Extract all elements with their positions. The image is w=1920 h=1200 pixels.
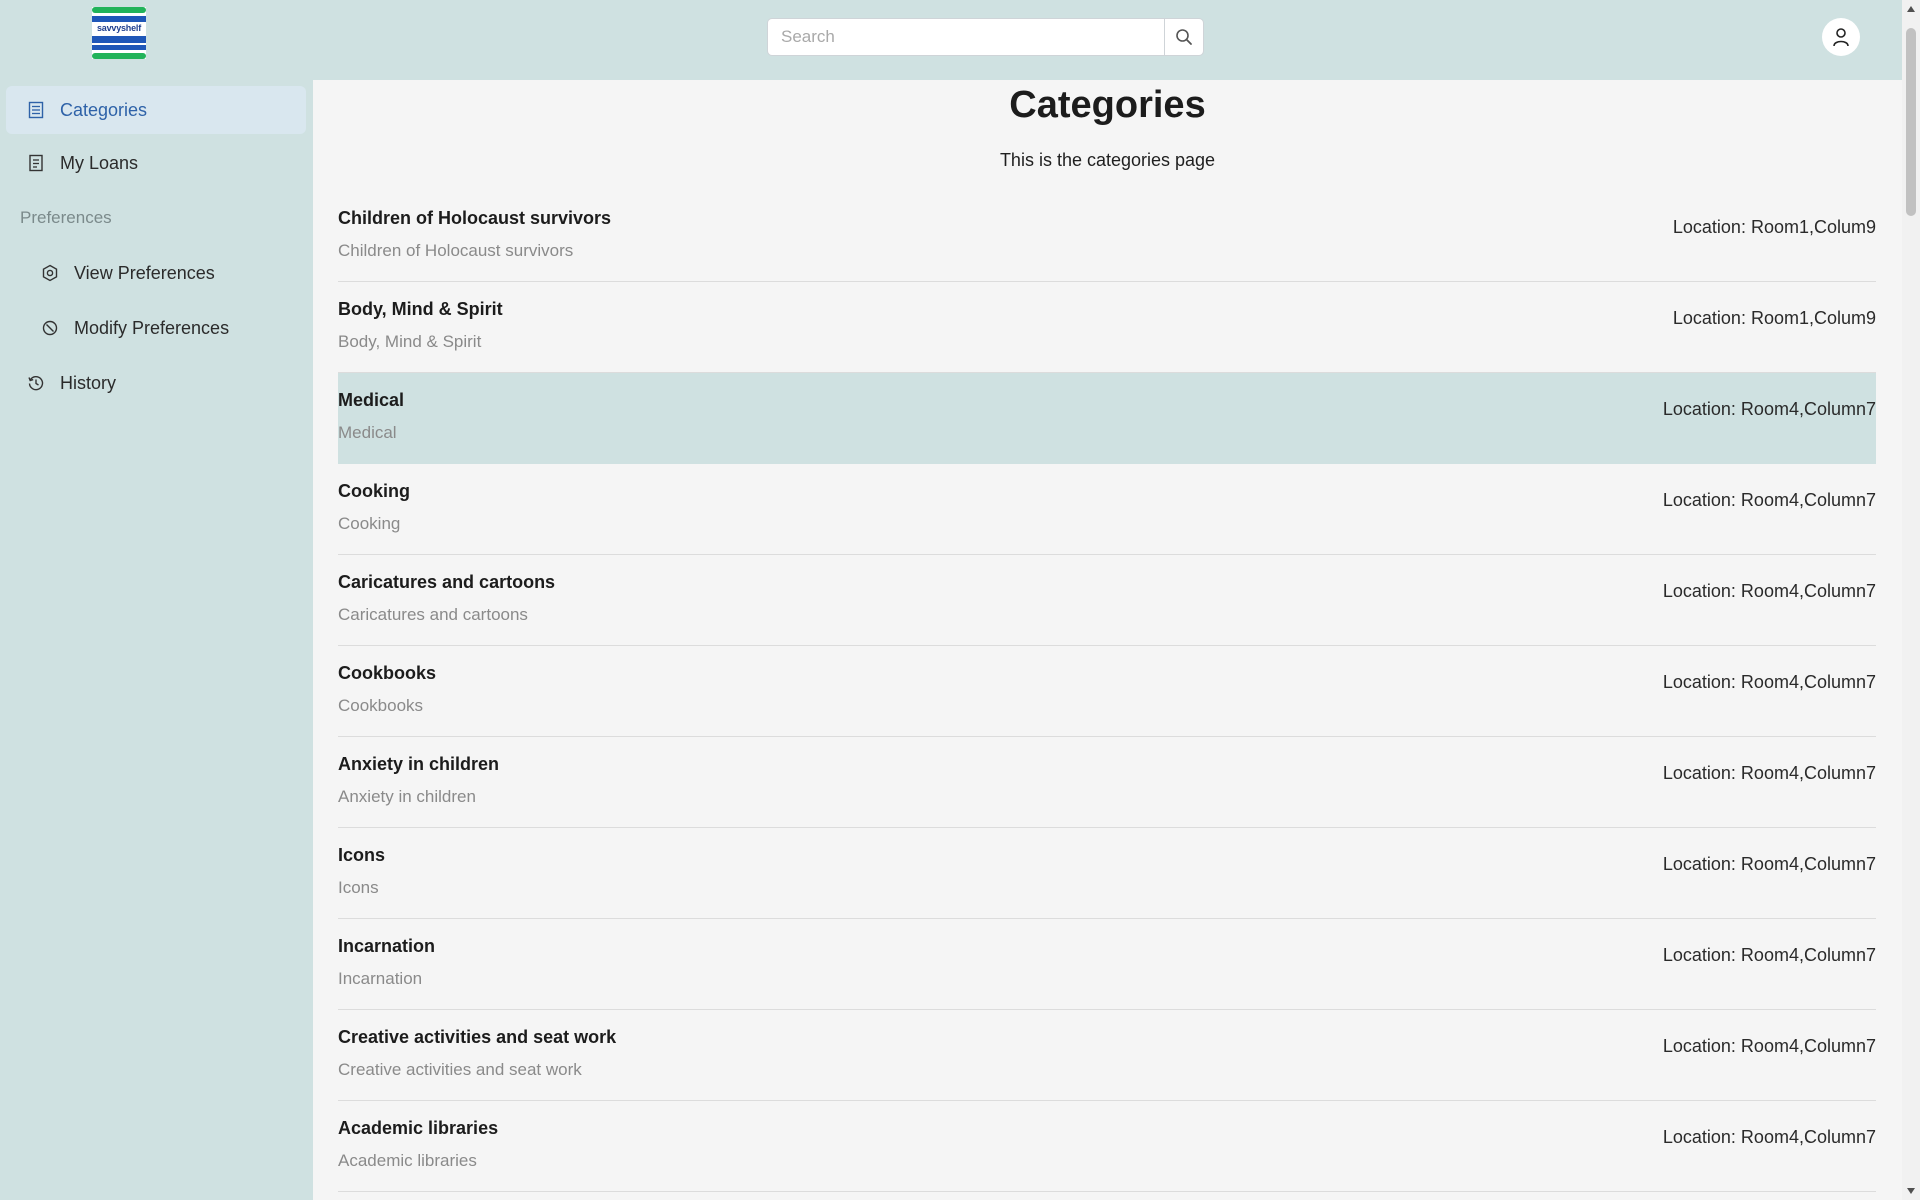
- category-row[interactable]: Body, Mind & Spirit Body, Mind & Spirit …: [338, 282, 1876, 373]
- sidebar-item-categories[interactable]: Categories: [6, 86, 306, 134]
- scroll-up-arrow[interactable]: [1902, 0, 1920, 18]
- triangle-up-icon: [1907, 6, 1915, 12]
- top-header: savvyshelf: [0, 0, 1902, 80]
- preferences-group-label: Preferences: [20, 208, 112, 227]
- edit-settings-icon: [40, 318, 60, 338]
- category-description: Icons: [338, 878, 379, 897]
- category-location: Location: Room4,Column7: [1662, 945, 1876, 965]
- page-subtitle: This is the categories page: [999, 150, 1216, 170]
- category-name: Cooking: [338, 481, 410, 501]
- category-name: Medical: [338, 390, 405, 410]
- list-icon: [26, 100, 46, 120]
- category-location: Location: Room4,Column7: [1662, 399, 1876, 419]
- category-name: Anxiety in children: [338, 754, 500, 774]
- category-description: Body, Mind & Spirit: [338, 332, 482, 351]
- category-name: Children of Holocaust survivors: [338, 208, 612, 228]
- scroll-thumb[interactable]: [1906, 28, 1916, 216]
- sidebar-item-modify-preferences[interactable]: Modify Preferences: [20, 305, 306, 351]
- category-location: Location: Room4,Column7: [1662, 672, 1876, 692]
- search-button[interactable]: [1164, 18, 1204, 56]
- document-icon: [26, 153, 46, 173]
- category-row[interactable]: Icons Icons Location: Room4,Column7: [338, 828, 1876, 919]
- category-description: Medical: [338, 423, 397, 442]
- sidebar-item-label: Categories: [60, 99, 148, 120]
- logo-stripe: [92, 53, 146, 59]
- category-description: Creative activities and seat work: [338, 1060, 582, 1079]
- search-input[interactable]: [767, 18, 1165, 56]
- category-description: Children of Holocaust survivors: [338, 241, 574, 260]
- logo-stripe: [92, 16, 146, 22]
- category-location: Location: Room4,Column7: [1662, 854, 1876, 874]
- category-description: Cooking: [338, 514, 401, 533]
- category-list: Children of Holocaust survivors Children…: [338, 191, 1876, 1192]
- sidebar-item-label: My Loans: [60, 152, 139, 173]
- logo-text: savvyshelf: [96, 23, 142, 33]
- category-location: Location: Room4,Column7: [1662, 763, 1876, 783]
- category-row[interactable]: Creative activities and seat work Creati…: [338, 1010, 1876, 1101]
- logo-stripe: [92, 45, 146, 50]
- category-description: Anxiety in children: [338, 787, 476, 806]
- category-location: Location: Room4,Column7: [1662, 1127, 1876, 1147]
- category-location: Location: Room4,Column7: [1662, 1036, 1876, 1056]
- sidebar-item-label: History: [60, 372, 117, 393]
- category-location: Location: Room4,Column7: [1662, 581, 1876, 601]
- vertical-scrollbar[interactable]: [1902, 0, 1920, 1200]
- category-row[interactable]: Cooking Cooking Location: Room4,Column7: [338, 464, 1876, 555]
- category-name: Incarnation: [338, 936, 436, 956]
- category-name: Creative activities and seat work: [338, 1027, 617, 1047]
- triangle-down-icon: [1907, 1188, 1915, 1194]
- category-row[interactable]: Incarnation Incarnation Location: Room4,…: [338, 919, 1876, 1010]
- category-description: Academic libraries: [338, 1151, 477, 1170]
- user-icon: [1833, 28, 1849, 47]
- category-row[interactable]: Cookbooks Cookbooks Location: Room4,Colu…: [338, 646, 1876, 737]
- category-description: Caricatures and cartoons: [338, 605, 528, 624]
- sidebar-item-label: Modify Preferences: [74, 317, 230, 338]
- logo-stripe: [92, 7, 146, 13]
- user-account-button[interactable]: [1822, 18, 1860, 56]
- logo-stripe: [92, 36, 146, 43]
- category-row-highlighted[interactable]: Medical Medical Location: Room4,Column7: [338, 373, 1876, 464]
- category-location: Location: Room4,Column7: [1662, 490, 1876, 510]
- scroll-down-arrow[interactable]: [1902, 1182, 1920, 1200]
- category-row[interactable]: Anxiety in children Anxiety in children …: [338, 737, 1876, 828]
- category-name: Body, Mind & Spirit: [338, 299, 503, 319]
- sidebar-item-view-preferences[interactable]: View Preferences: [20, 250, 306, 296]
- category-description: Incarnation: [338, 969, 423, 988]
- sidebar-item-label: View Preferences: [74, 262, 215, 283]
- category-row[interactable]: Academic libraries Academic libraries Lo…: [338, 1101, 1876, 1192]
- category-row[interactable]: Caricatures and cartoons Caricatures and…: [338, 555, 1876, 646]
- settings-icon: [40, 263, 60, 283]
- category-name: Caricatures and cartoons: [338, 572, 556, 592]
- main-content: Categories This is the categories page C…: [313, 80, 1902, 1200]
- sidebar-item-my-loans[interactable]: My Loans: [6, 140, 306, 186]
- history-icon: [26, 373, 46, 393]
- savvyshelf-logo[interactable]: savvyshelf: [92, 7, 146, 59]
- category-description: Cookbooks: [338, 696, 424, 715]
- category-name: Icons: [338, 845, 386, 865]
- search-bar: [767, 18, 1204, 56]
- category-row[interactable]: Children of Holocaust survivors Children…: [338, 191, 1876, 282]
- sidebar: Categories My Loans Preferences View Pre…: [0, 80, 313, 1200]
- search-icon: [1176, 29, 1192, 45]
- page-title: Categories: [1009, 84, 1206, 126]
- category-location: Location: Room1,Colum9: [1672, 217, 1876, 237]
- category-name: Academic libraries: [338, 1118, 499, 1138]
- category-name: Cookbooks: [338, 663, 437, 683]
- category-location: Location: Room1,Colum9: [1672, 308, 1876, 328]
- sidebar-item-history[interactable]: History: [6, 360, 306, 406]
